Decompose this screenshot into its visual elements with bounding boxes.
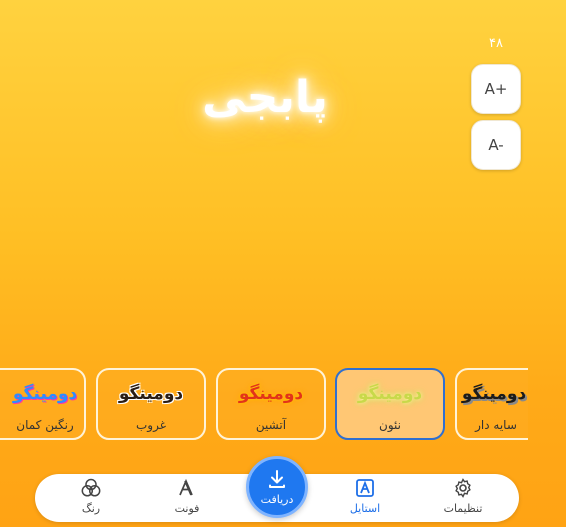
nav-color[interactable]: رنگ bbox=[51, 478, 131, 518]
style-carousel[interactable]: دومینگو سایه دار دومینگو نئون دومینگو آت… bbox=[0, 368, 528, 444]
style-label-shadow: سایه دار bbox=[475, 418, 517, 432]
style-sample-rainbow: دومینگو bbox=[12, 384, 78, 404]
nav-color-label: رنگ bbox=[81, 502, 101, 515]
nav-style-label: استایل bbox=[349, 502, 381, 515]
style-icon bbox=[355, 478, 375, 498]
nav-style[interactable]: استایل bbox=[325, 478, 405, 518]
font-icon bbox=[177, 478, 197, 498]
style-label-neon: نئون bbox=[379, 418, 401, 432]
style-sample-neon: دومینگو bbox=[357, 384, 423, 404]
preview-text: پابجی bbox=[202, 72, 328, 123]
style-label-rainbow: رنگین کمان bbox=[16, 418, 74, 432]
gear-icon bbox=[453, 478, 473, 498]
download-icon bbox=[266, 468, 288, 490]
color-circles-icon bbox=[81, 478, 101, 498]
style-label-fire: آتشین bbox=[255, 418, 287, 432]
nav-settings[interactable]: تنظیمات bbox=[423, 478, 503, 518]
download-button[interactable]: دریافت bbox=[246, 456, 308, 518]
download-label: دریافت bbox=[260, 493, 294, 506]
decrease-font-button[interactable]: A- bbox=[471, 120, 521, 170]
increase-font-button[interactable]: A+ bbox=[471, 64, 521, 114]
style-sample-sunset: دومینگو bbox=[118, 384, 184, 404]
style-card-fire[interactable]: دومینگو آتشین bbox=[216, 368, 326, 440]
style-card-neon[interactable]: دومینگو نئون bbox=[335, 368, 445, 440]
style-card-rainbow[interactable]: دومینگو رنگین کمان bbox=[0, 368, 86, 440]
nav-font-label: فونت bbox=[174, 502, 200, 515]
style-card-sunset[interactable]: دومینگو غروب bbox=[96, 368, 206, 440]
font-size-value: ۴۸ bbox=[489, 36, 503, 51]
style-sample-shadow: دومینگو bbox=[461, 384, 527, 404]
style-card-shadow[interactable]: دومینگو سایه دار bbox=[455, 368, 528, 440]
nav-settings-label: تنظیمات bbox=[443, 502, 483, 515]
nav-font[interactable]: فونت bbox=[147, 478, 227, 518]
style-sample-fire: دومینگو bbox=[238, 384, 304, 404]
style-label-sunset: غروب bbox=[136, 418, 166, 432]
